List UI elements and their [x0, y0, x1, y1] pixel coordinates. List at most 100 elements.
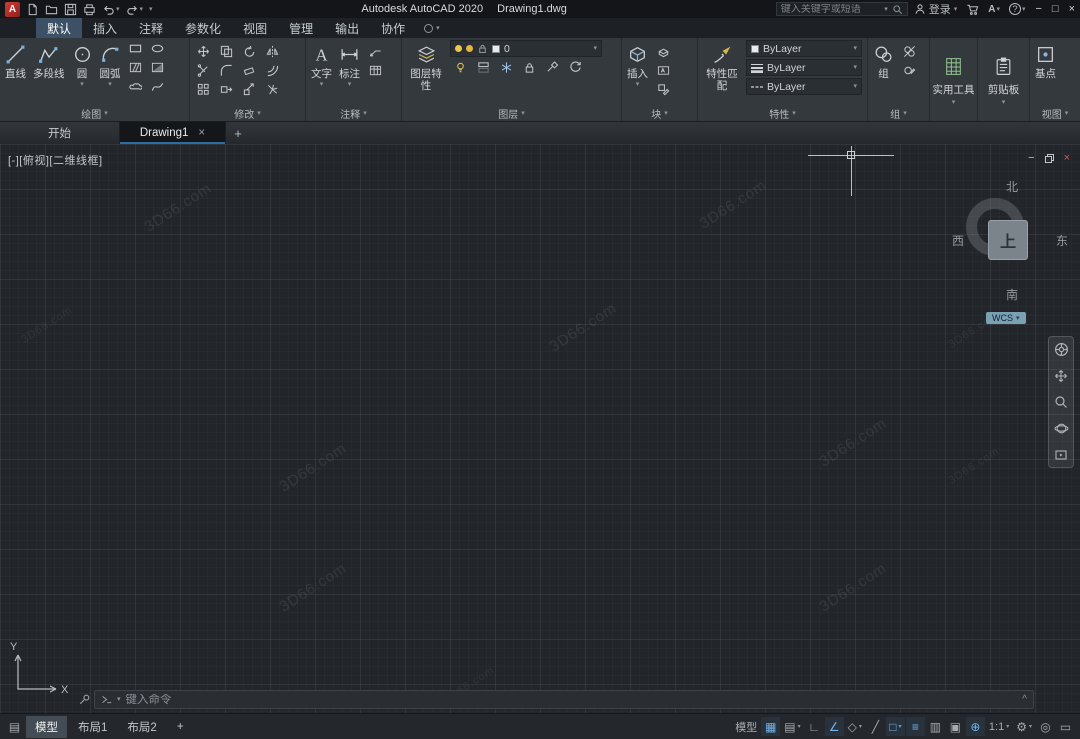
- pan-icon[interactable]: [1054, 369, 1068, 383]
- lineweight-toggle[interactable]: ≡: [905, 717, 925, 736]
- spline-button[interactable]: [148, 78, 168, 95]
- ucs-icon[interactable]: Y X: [8, 639, 72, 701]
- stretch-button[interactable]: [216, 81, 236, 98]
- viewport-minimize-button[interactable]: −: [1028, 152, 1034, 164]
- polar-tracking-toggle[interactable]: ∠: [824, 717, 844, 736]
- app-store-cart-icon[interactable]: [966, 3, 979, 16]
- annotation-panel-label[interactable]: 注释 ▾: [306, 106, 401, 121]
- new-drawing-tab-button[interactable]: +: [226, 122, 250, 144]
- layer-previous-button[interactable]: [565, 59, 585, 76]
- utilities-panel-button[interactable]: 实用工具 ▾: [930, 38, 977, 121]
- undo-button[interactable]: ▾: [102, 3, 120, 16]
- orbit-icon[interactable]: [1054, 421, 1069, 436]
- array-button[interactable]: [193, 81, 213, 98]
- help-search-box[interactable]: ▾: [775, 2, 908, 16]
- qat-more-icon[interactable]: ▾: [149, 6, 153, 13]
- viewcube-east[interactable]: 东: [1056, 232, 1068, 249]
- ungroup-button[interactable]: [899, 43, 919, 60]
- dynamic-input-toggle[interactable]: ⊕: [965, 717, 985, 736]
- block-editor-button[interactable]: [653, 81, 673, 98]
- modify-panel-label[interactable]: 修改 ▾: [190, 106, 305, 121]
- clipboard-panel-button[interactable]: 剪贴板 ▾: [978, 38, 1029, 121]
- ortho-toggle[interactable]: ∟: [805, 717, 824, 736]
- text-button[interactable]: A 文字 ▾: [309, 40, 334, 104]
- leader-button[interactable]: [365, 43, 385, 60]
- viewport-close-button[interactable]: ×: [1064, 152, 1070, 164]
- create-block-button[interactable]: [653, 43, 673, 60]
- customize-icon[interactable]: [78, 693, 91, 706]
- viewcube-top-face[interactable]: 上: [988, 220, 1028, 260]
- gradient-button[interactable]: [148, 59, 168, 76]
- layout-tab-layout2[interactable]: 布局2: [118, 716, 165, 738]
- help-button[interactable]: ? ▾: [1008, 3, 1025, 15]
- redo-button[interactable]: ▾: [126, 3, 143, 16]
- properties-panel-label[interactable]: 特性 ▾: [698, 106, 867, 121]
- dimension-button[interactable]: 标注 ▾: [337, 40, 362, 104]
- polyline-button[interactable]: 多段线: [31, 40, 67, 104]
- snap-toggle[interactable]: ▤ ▾: [781, 717, 803, 736]
- scale-button[interactable]: [239, 81, 259, 98]
- drawing-area[interactable]: [-][俯视][二维线框] − × 3D66.com 3D66.com 3D66…: [0, 144, 1080, 713]
- hatch-button[interactable]: [126, 59, 146, 76]
- viewcube-south[interactable]: 南: [950, 286, 1074, 303]
- zoom-icon[interactable]: [1054, 395, 1068, 409]
- file-tab-close-icon[interactable]: ×: [198, 127, 205, 139]
- move-button[interactable]: [193, 43, 213, 60]
- ribbon-tab-insert[interactable]: 插入: [82, 18, 128, 38]
- trim-button[interactable]: [193, 62, 213, 79]
- arc-button[interactable]: 圆弧 ▾: [98, 40, 123, 104]
- layer-off-button[interactable]: [450, 59, 470, 76]
- copy-button[interactable]: [216, 43, 236, 60]
- new-layout-button[interactable]: +: [168, 718, 193, 736]
- viewport-controls-button[interactable]: [-][俯视][二维线框]: [8, 152, 103, 168]
- line-button[interactable]: 直线: [3, 40, 28, 104]
- circle-button[interactable]: 圆 ▾: [70, 40, 95, 104]
- plot-button[interactable]: [83, 3, 96, 16]
- model-space-toggle[interactable]: 模型: [732, 717, 760, 736]
- layer-dropdown[interactable]: 0 ▾: [450, 40, 602, 57]
- offset-button[interactable]: [262, 62, 282, 79]
- view-panel-label[interactable]: 视图 ▾: [1030, 106, 1080, 121]
- command-input[interactable]: [125, 693, 1018, 706]
- navigation-wheel-icon[interactable]: [1054, 342, 1069, 357]
- layer-freeze-button[interactable]: [496, 59, 516, 76]
- ribbon-tab-annotate[interactable]: 注释: [128, 18, 174, 38]
- transparency-toggle[interactable]: ▥: [926, 717, 945, 736]
- linetype-dropdown[interactable]: ByLayer ▾: [746, 78, 862, 95]
- ellipse-button[interactable]: [148, 40, 168, 57]
- app-menu-button[interactable]: A: [5, 1, 20, 17]
- showmotion-icon[interactable]: [1054, 448, 1068, 462]
- edit-attributes-button[interactable]: [653, 62, 673, 79]
- new-file-button[interactable]: [26, 3, 39, 16]
- ribbon-tab-collaborate[interactable]: 协作: [370, 18, 416, 38]
- ribbon-tab-view[interactable]: 视图: [232, 18, 278, 38]
- annotation-scale-button[interactable]: 1:1 ▾: [986, 717, 1012, 736]
- isometric-drafting-toggle[interactable]: ◇ ▾: [845, 717, 865, 736]
- revision-cloud-button[interactable]: [126, 78, 146, 95]
- close-button[interactable]: ×: [1069, 3, 1075, 15]
- insert-block-button[interactable]: 插入 ▾: [625, 40, 650, 104]
- group-button[interactable]: 组: [871, 40, 896, 104]
- sign-in-button[interactable]: 登录 ▾: [914, 1, 957, 17]
- layout-tab-layout1[interactable]: 布局1: [69, 716, 116, 738]
- search-icon[interactable]: [892, 4, 903, 15]
- object-snap-tracking-toggle[interactable]: ╱: [866, 717, 885, 736]
- selection-cycling-toggle[interactable]: ▣: [946, 717, 965, 736]
- file-tab-drawing1[interactable]: Drawing1 ×: [120, 122, 226, 144]
- search-scope-caret-icon[interactable]: ▾: [884, 6, 888, 13]
- autodesk-account-button[interactable]: A ▾: [988, 4, 1000, 15]
- file-tab-start[interactable]: 开始: [0, 122, 120, 144]
- mirror-button[interactable]: [262, 43, 282, 60]
- workspace-switching-button[interactable]: ⚙ ▾: [1013, 717, 1035, 736]
- minimize-button[interactable]: −: [1035, 3, 1041, 15]
- layer-properties-button[interactable]: 图层特性: [405, 40, 447, 104]
- wcs-button[interactable]: WCS ▾: [986, 312, 1026, 324]
- recent-commands-caret-icon[interactable]: ▾: [117, 696, 121, 703]
- ribbon-options-button[interactable]: ▾: [416, 18, 448, 38]
- ribbon-tab-output[interactable]: 输出: [324, 18, 370, 38]
- ribbon-tab-manage[interactable]: 管理: [278, 18, 324, 38]
- isolate-objects-button[interactable]: ◎: [1036, 717, 1055, 736]
- base-button[interactable]: 基点: [1033, 40, 1058, 104]
- table-button[interactable]: [365, 62, 385, 79]
- layer-match-button[interactable]: [542, 59, 562, 76]
